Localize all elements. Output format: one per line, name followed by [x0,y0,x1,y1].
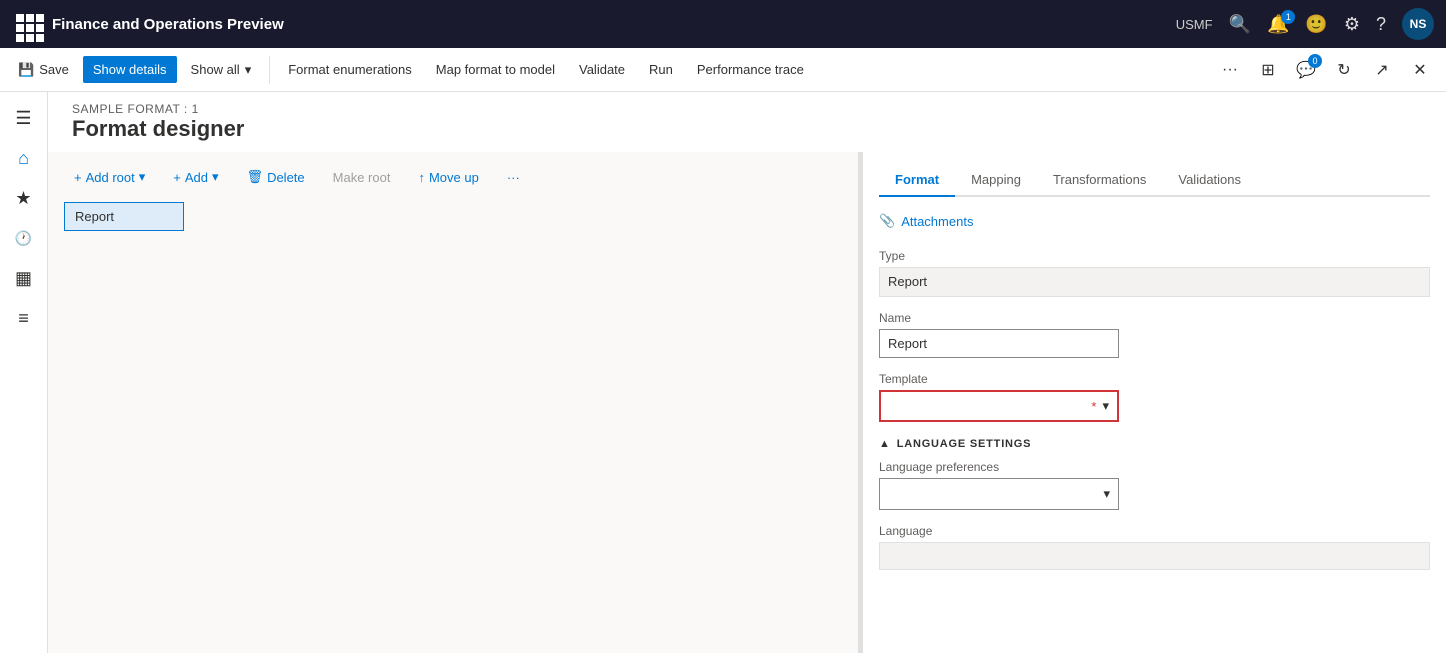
page-header: SAMPLE FORMAT : 1 Format designer [48,92,1446,152]
tree-node-label: Report [75,209,114,224]
close-button[interactable]: ✕ [1402,52,1438,88]
name-field: Name [879,311,1430,358]
separator-1 [269,56,270,84]
panel-tabs: Format Mapping Transformations Validatio… [879,164,1430,197]
delete-icon: 🗑 [247,169,264,185]
language-field: Language [879,524,1430,570]
name-label: Name [879,311,1430,325]
name-input[interactable] [879,329,1119,358]
language-preferences-chevron-icon: ▾ [1103,486,1110,502]
make-root-button[interactable]: Make root [323,165,401,190]
performance-trace-button[interactable]: Performance trace [687,56,814,83]
search-icon[interactable]: 🔍 [1229,14,1251,35]
tab-mapping[interactable]: Mapping [955,164,1037,197]
tab-transformations[interactable]: Transformations [1037,164,1162,197]
move-up-button[interactable]: ↑ Move up [408,165,488,190]
command-bar: 💾 Save Show details Show all ▾ Format en… [0,48,1446,92]
paperclip-icon: 📎 [879,213,895,229]
settings-icon[interactable]: ⚙ [1344,14,1360,35]
command-bar-right: ··· ⊞ 💬 0 ↻ ↗ ✕ [1212,52,1438,88]
language-preferences-label: Language preferences [879,460,1430,474]
notification-badge: 1 [1281,10,1295,24]
page-title: Format designer [72,116,1422,152]
add-plus-icon: + [173,170,181,185]
template-field: Template * ▾ [879,372,1430,422]
template-label: Template [879,372,1430,386]
tree-more-button[interactable]: ··· [497,165,530,190]
content-body: + Add root ▾ + Add ▾ 🗑 Delete Make ro [48,152,1446,653]
language-settings-section[interactable]: ▲ LANGUAGE SETTINGS [879,438,1430,450]
tab-validations[interactable]: Validations [1162,164,1257,197]
tab-format[interactable]: Format [879,164,955,197]
type-field: Type Report [879,249,1430,297]
map-format-to-model-button[interactable]: Map format to model [426,56,565,83]
title-bar-right: USMF 🔍 🔔 1 🙂 ⚙ ? NS [1176,8,1434,40]
add-root-plus-icon: + [74,170,82,185]
help-icon[interactable]: ? [1376,14,1386,35]
run-button[interactable]: Run [639,56,683,83]
section-collapse-icon: ▲ [879,438,891,450]
title-bar: Finance and Operations Preview USMF 🔍 🔔 … [0,0,1446,48]
language-preferences-dropdown[interactable]: ▾ [879,478,1119,510]
show-all-chevron-icon: ▾ [245,62,252,78]
open-in-new-button[interactable]: ↗ [1364,52,1400,88]
delete-button[interactable]: 🗑 Delete [237,164,315,190]
messages-badge: 0 [1308,54,1322,68]
expand-button[interactable]: ⊞ [1250,52,1286,88]
type-label: Type [879,249,1430,263]
left-sidebar: ☰ ⌂ ★ 🕐 ▦ ≡ [0,92,48,653]
apps-icon[interactable] [12,10,40,38]
sidebar-item-home[interactable]: ⌂ [6,140,42,176]
content-area: SAMPLE FORMAT : 1 Format designer + Add … [48,92,1446,653]
required-star: * [1091,399,1096,414]
validate-button[interactable]: Validate [569,56,635,83]
add-root-button[interactable]: + Add root ▾ [64,164,155,190]
right-panel: Format Mapping Transformations Validatio… [862,152,1446,653]
smiley-icon[interactable]: 🙂 [1305,14,1327,35]
avatar[interactable]: NS [1402,8,1434,40]
language-preferences-field: Language preferences ▾ [879,460,1430,510]
add-root-chevron-icon: ▾ [139,169,146,185]
language-value [879,542,1430,570]
app-title: Finance and Operations Preview [52,16,1176,33]
move-up-icon: ↑ [418,170,425,185]
tree-node-report[interactable]: Report [64,202,184,231]
tenant-label: USMF [1176,17,1213,32]
sidebar-item-workspaces[interactable]: ▦ [6,260,42,296]
main-layout: ☰ ⌂ ★ 🕐 ▦ ≡ SAMPLE FORMAT : 1 Format des… [0,92,1446,653]
template-dropdown[interactable]: * ▾ [879,390,1119,422]
refresh-button[interactable]: ↻ [1326,52,1362,88]
messages-button[interactable]: 💬 0 [1288,52,1324,88]
format-enumerations-button[interactable]: Format enumerations [278,56,422,83]
attachments-button[interactable]: 📎 Attachments [879,209,1430,233]
save-icon: 💾 [18,62,34,78]
sidebar-item-list[interactable]: ≡ [6,300,42,336]
template-chevron-icon: ▾ [1102,398,1109,414]
add-chevron-icon: ▾ [212,169,219,185]
show-details-button[interactable]: Show details [83,56,177,83]
tree-toolbar: + Add root ▾ + Add ▾ 🗑 Delete Make ro [64,164,842,190]
add-button[interactable]: + Add ▾ [163,164,228,190]
sidebar-item-menu[interactable]: ☰ [6,100,42,136]
save-button[interactable]: 💾 Save [8,56,79,84]
sidebar-item-recent[interactable]: 🕐 [6,220,42,256]
sidebar-item-favorites[interactable]: ★ [6,180,42,216]
notification-button[interactable]: 🔔 1 [1267,14,1289,35]
type-value: Report [879,267,1430,297]
more-options-button[interactable]: ··· [1212,52,1248,88]
tree-panel: + Add root ▾ + Add ▾ 🗑 Delete Make ro [48,152,858,653]
breadcrumb: SAMPLE FORMAT : 1 [72,102,1422,116]
language-label: Language [879,524,1430,538]
show-all-button[interactable]: Show all ▾ [181,56,262,84]
